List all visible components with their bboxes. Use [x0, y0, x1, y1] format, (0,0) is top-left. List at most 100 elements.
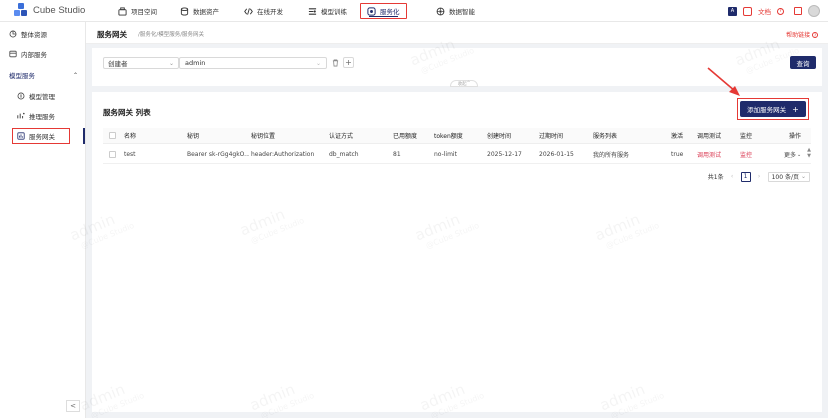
- add-service-gateway-button[interactable]: 添加服务网关 +: [740, 101, 806, 117]
- chevron-down-icon: ⌄: [800, 173, 806, 180]
- column-header[interactable]: 认证方式: [329, 128, 353, 143]
- column-header[interactable]: 服务列表: [593, 128, 617, 143]
- column-header[interactable]: 秘钥: [187, 128, 199, 143]
- chevron-down-icon: ⌄: [168, 60, 174, 67]
- next-page-button[interactable]: ›: [755, 172, 764, 182]
- column-header[interactable]: 已用额度: [393, 128, 417, 143]
- sidebar-group-label: 模型服务: [9, 72, 35, 80]
- nav-item-model-training[interactable]: 模型训练: [308, 3, 347, 19]
- pagination: 共1条 ‹ 1 › 100 条/页 ⌄: [708, 171, 810, 182]
- column-header[interactable]: 创建时间: [487, 128, 511, 143]
- nav-item-label: 数据智能: [449, 8, 475, 16]
- help-link-label: 帮助链接: [786, 32, 811, 39]
- call-test-link[interactable]: 调用测试: [697, 146, 721, 163]
- delete-filter-button[interactable]: [331, 58, 340, 68]
- select-all-checkbox[interactable]: [109, 128, 116, 143]
- notification-icon[interactable]: [743, 6, 752, 16]
- chevron-down-icon: ⌄: [315, 60, 321, 67]
- sidebar-item-internal-services[interactable]: 内部服务: [0, 46, 86, 62]
- column-header[interactable]: token额度: [434, 128, 463, 143]
- filter-value-text: admin: [185, 59, 206, 67]
- fold-toggle[interactable]: 收起 ^: [450, 80, 478, 87]
- column-header[interactable]: 调用测试: [697, 128, 721, 143]
- page-size-value: 100 条/页: [771, 174, 799, 181]
- user-avatar[interactable]: [808, 5, 820, 17]
- service-icon: [367, 6, 376, 16]
- page-number-button[interactable]: 1: [740, 171, 751, 182]
- list-title: 服务网关 列表: [103, 108, 151, 117]
- row-checkbox[interactable]: [109, 146, 116, 163]
- breadcrumb: /服务化/模型服务/服务网关: [138, 32, 205, 38]
- active-indicator: [83, 128, 85, 144]
- scroll-arrows-icon[interactable]: ▲ ▼: [807, 147, 811, 159]
- nav-item-label: 数据资产: [193, 8, 219, 16]
- column-header[interactable]: 操作: [789, 128, 801, 143]
- sidebar: 整体资源 内部服务 模型服务 ⌃ 模型管理 推理服务 服务网关 <: [0, 22, 86, 418]
- nav-item-online-dev[interactable]: 在线开发: [244, 3, 283, 19]
- top-right-tools: A 文档 ?: [728, 3, 820, 19]
- cell-auth-method: db_match: [329, 151, 359, 158]
- more-label: 更多: [784, 152, 797, 159]
- column-header[interactable]: 名称: [124, 128, 136, 143]
- nav-item-label: 项目空间: [131, 8, 157, 16]
- nav-item-project-space[interactable]: 项目空间: [118, 3, 157, 19]
- docs-link[interactable]: 文档: [758, 6, 771, 16]
- query-button[interactable]: 查询: [790, 56, 816, 69]
- add-filter-button[interactable]: +: [343, 57, 354, 68]
- code-icon: [244, 7, 253, 16]
- cell-key-location: header:Authorization: [251, 151, 315, 158]
- project-icon: [118, 6, 127, 16]
- total-count: 共1条: [707, 174, 724, 181]
- prev-page-button[interactable]: ‹: [728, 172, 737, 182]
- internal-service-icon: [9, 50, 17, 58]
- filter-field-select[interactable]: 创建者 ⌄: [103, 57, 179, 69]
- help-link[interactable]: 帮助链接 ?: [786, 30, 818, 39]
- cell-name: test: [124, 151, 136, 158]
- sidebar-item-inference-service[interactable]: 推理服务: [0, 108, 86, 124]
- sidebar-item-label: 推理服务: [29, 113, 55, 121]
- plus-icon: +: [792, 104, 799, 114]
- sidebar-item-model-management[interactable]: 模型管理: [0, 88, 86, 104]
- trash-icon: [332, 59, 339, 67]
- home-icon[interactable]: [794, 7, 802, 15]
- translate-icon[interactable]: A: [728, 6, 737, 16]
- nav-item-label: 在线开发: [257, 8, 283, 16]
- sidebar-item-label: 整体资源: [21, 31, 47, 39]
- sidebar-item-overall-resources[interactable]: 整体资源: [0, 26, 86, 42]
- cell-token-quota: no-limit: [434, 151, 457, 158]
- top-navbar: Cube Studio 项目空间 数据资产 在线开发 模型训练 服务化 数据智能…: [0, 0, 828, 22]
- cell-used-quota: 81: [393, 151, 401, 158]
- more-actions-dropdown[interactable]: 更多 ⌄: [784, 146, 801, 163]
- help-icon[interactable]: ?: [777, 7, 784, 15]
- cell-expire-time: 2026-01-15: [539, 151, 574, 158]
- nav-item-label: 服务化: [380, 8, 400, 16]
- column-header[interactable]: 监控: [740, 128, 752, 143]
- collapse-sidebar-button[interactable]: <: [66, 400, 80, 412]
- monitor-link[interactable]: 监控: [740, 146, 752, 163]
- page-header: 服务网关 /服务化/模型服务/服务网关 帮助链接 ?: [86, 22, 828, 44]
- cell-active: true: [671, 151, 684, 158]
- nav-item-label: 模型训练: [321, 8, 347, 16]
- database-icon: [180, 6, 189, 16]
- cube-logo-icon: [14, 3, 28, 17]
- nav-item-serving[interactable]: 服务化: [360, 3, 407, 19]
- filter-value-select[interactable]: admin ⌄: [179, 57, 327, 69]
- page-size-select[interactable]: 100 条/页 ⌄: [767, 171, 810, 182]
- chevron-up-icon: ^: [466, 81, 471, 86]
- nav-item-data-assets[interactable]: 数据资产: [180, 3, 219, 19]
- column-header[interactable]: 过期时间: [539, 128, 563, 143]
- chevron-up-icon: ⌃: [73, 71, 79, 79]
- column-header[interactable]: 秘钥位置: [251, 128, 275, 143]
- app-logo[interactable]: Cube Studio: [14, 3, 85, 17]
- table-panel: 服务网关 列表 添加服务网关 + 名称 秘钥 秘钥位置 认证方式 已用额度 to…: [92, 92, 822, 412]
- cell-service-list: 我的所有服务: [593, 152, 630, 159]
- sidebar-item-label: 内部服务: [21, 51, 47, 59]
- fold-label: 收起: [457, 81, 467, 87]
- plus-icon: +: [345, 58, 352, 67]
- nav-item-data-intelligence[interactable]: 数据智能: [436, 3, 475, 19]
- table-header: 名称 秘钥 秘钥位置 认证方式 已用额度 token额度 创建时间 过期时间 服…: [103, 128, 811, 144]
- page-title: 服务网关: [97, 30, 127, 39]
- sidebar-group-model-service[interactable]: 模型服务 ⌃: [0, 67, 86, 83]
- column-header[interactable]: 激活: [671, 128, 683, 143]
- inference-icon: [17, 112, 25, 120]
